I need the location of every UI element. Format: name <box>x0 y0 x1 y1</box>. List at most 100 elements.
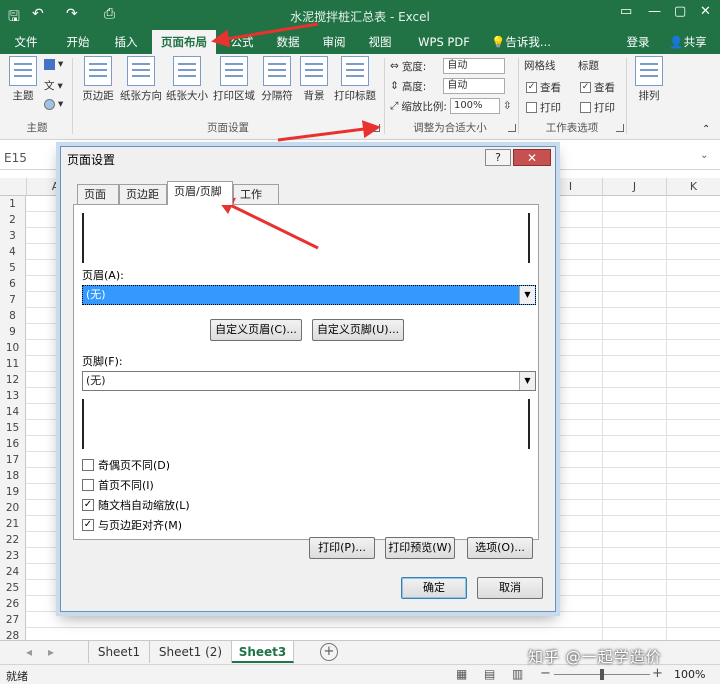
column-header-j[interactable]: J <box>602 178 666 196</box>
dialog-close-button[interactable]: ✕ <box>513 149 551 166</box>
row-header[interactable]: 2 <box>0 212 26 228</box>
breaks-button[interactable]: 分隔符 <box>258 56 296 103</box>
tab-home[interactable]: 开始 <box>56 30 100 54</box>
width-select[interactable]: 自动 <box>443 58 506 74</box>
scale-with-document-checkbox[interactable]: ✓ 随文档自动缩放(L) <box>82 497 190 513</box>
row-header[interactable]: 26 <box>0 596 26 612</box>
orientation-button[interactable]: 纸张方向 <box>118 56 164 103</box>
arrange-button[interactable]: 排列 <box>632 56 666 103</box>
zoom-level[interactable]: 100% <box>674 668 705 681</box>
row-header[interactable]: 25 <box>0 580 26 596</box>
colors-button[interactable]: ▾ <box>44 58 63 70</box>
footer-select[interactable]: (无) ▼ <box>82 371 536 391</box>
tell-me-box[interactable]: 💡告诉我... <box>488 30 554 54</box>
zoom-slider-thumb[interactable] <box>600 669 604 680</box>
effects-button[interactable]: ▾ <box>44 98 63 110</box>
row-header[interactable]: 15 <box>0 420 26 436</box>
table-row[interactable]: 27 <box>0 612 720 628</box>
sheet-tab-sheet1-2[interactable]: Sheet1 (2) <box>150 641 232 663</box>
row-header[interactable]: 8 <box>0 308 26 324</box>
row-header[interactable]: 19 <box>0 484 26 500</box>
row-header[interactable]: 23 <box>0 548 26 564</box>
ribbon-display-icon[interactable]: ▭ <box>620 4 632 19</box>
zoom-in-icon[interactable]: + <box>652 666 663 681</box>
ok-button[interactable]: 确定 <box>401 577 467 599</box>
tab-view[interactable]: 视图 <box>360 30 400 54</box>
row-header[interactable]: 9 <box>0 324 26 340</box>
different-first-page-checkbox[interactable]: 首页不同(I) <box>82 477 154 493</box>
row-header[interactable]: 16 <box>0 436 26 452</box>
row-header[interactable]: 14 <box>0 404 26 420</box>
row-header[interactable]: 27 <box>0 612 26 628</box>
normal-view-icon[interactable]: ▦ <box>456 667 467 681</box>
dialog-tab-sheet[interactable]: 工作表 <box>233 184 279 221</box>
row-header[interactable]: 28 <box>0 628 26 640</box>
row-header[interactable]: 13 <box>0 388 26 404</box>
row-header[interactable]: 3 <box>0 228 26 244</box>
header-select[interactable]: (无) ▼ <box>82 285 536 305</box>
row-header[interactable]: 1 <box>0 196 26 212</box>
print-area-button[interactable]: 打印区域 <box>210 56 258 103</box>
row-header[interactable]: 17 <box>0 452 26 468</box>
sheet-options-launcher-icon[interactable] <box>616 124 624 132</box>
maximize-icon[interactable]: ▢ <box>674 4 686 19</box>
print-preview-button[interactable]: 打印预览(W) <box>385 537 455 559</box>
share-button[interactable]: 👤共享 <box>660 30 716 54</box>
help-button[interactable]: ? <box>485 149 511 166</box>
close-icon[interactable]: ✕ <box>700 4 711 19</box>
margins-button[interactable]: 页边距 <box>78 56 118 103</box>
spinner-icon[interactable]: ⇳ <box>503 100 512 112</box>
tab-insert[interactable]: 插入 <box>104 30 148 54</box>
page-layout-view-icon[interactable]: ▤ <box>484 667 495 681</box>
themes-button[interactable]: 主题 <box>6 56 40 103</box>
dialog-tab-page[interactable]: 页面 <box>77 184 119 204</box>
gridlines-view-checkbox[interactable]: ✓ 查看 <box>526 80 561 95</box>
fonts-button[interactable]: 文 ▾ <box>44 78 63 93</box>
row-header[interactable]: 20 <box>0 500 26 516</box>
tab-formulas[interactable]: 公式 <box>222 30 262 54</box>
collapse-ribbon-icon[interactable]: ⌃ <box>702 124 710 135</box>
row-header[interactable]: 21 <box>0 516 26 532</box>
row-header[interactable]: 18 <box>0 468 26 484</box>
gridlines-print-checkbox[interactable]: 打印 <box>526 100 561 115</box>
select-all-corner[interactable] <box>0 178 26 196</box>
minimize-icon[interactable]: — <box>648 4 661 19</box>
height-select[interactable]: 自动 <box>443 78 506 94</box>
name-box[interactable]: E15 <box>4 149 60 167</box>
sheet-tab-sheet3[interactable]: Sheet3 <box>232 641 294 663</box>
table-row[interactable]: 28 <box>0 628 720 640</box>
zoom-out-icon[interactable]: − <box>540 666 551 681</box>
options-button[interactable]: 选项(O)... <box>467 537 533 559</box>
tab-page-layout[interactable]: 页面布局 <box>152 30 216 54</box>
row-header[interactable]: 6 <box>0 276 26 292</box>
sheet-tab-sheet1[interactable]: Sheet1 <box>88 641 150 663</box>
row-header[interactable]: 11 <box>0 356 26 372</box>
page-setup-launcher-icon[interactable] <box>372 124 380 132</box>
scroll-left-icon[interactable]: ◂ <box>26 645 32 659</box>
dialog-tab-header-footer[interactable]: 页眉/页脚 <box>167 181 233 205</box>
tab-data[interactable]: 数据 <box>268 30 308 54</box>
headings-print-checkbox[interactable]: 打印 <box>580 100 615 115</box>
align-with-margins-checkbox[interactable]: ✓ 与页边距对齐(M) <box>82 517 182 533</box>
custom-header-button[interactable]: 自定义页眉(C)... <box>210 319 302 341</box>
scroll-right-icon[interactable]: ▸ <box>48 645 54 659</box>
page-break-view-icon[interactable]: ▥ <box>512 667 523 681</box>
tab-wps-pdf[interactable]: WPS PDF <box>410 30 478 54</box>
tab-review[interactable]: 审阅 <box>314 30 354 54</box>
headings-view-checkbox[interactable]: ✓ 查看 <box>580 80 615 95</box>
row-header[interactable]: 5 <box>0 260 26 276</box>
row-header[interactable]: 12 <box>0 372 26 388</box>
dialog-tab-margins[interactable]: 页边距 <box>119 184 167 204</box>
row-header[interactable]: 7 <box>0 292 26 308</box>
print-button[interactable]: 打印(P)... <box>309 537 375 559</box>
cancel-button[interactable]: 取消 <box>477 577 543 599</box>
expand-formula-icon[interactable]: ⌄ <box>700 150 708 161</box>
login-button[interactable]: 登录 <box>620 30 656 54</box>
size-button[interactable]: 纸张大小 <box>164 56 210 103</box>
tab-file[interactable]: 文件 <box>4 30 48 54</box>
background-button[interactable]: 背景 <box>298 56 330 103</box>
row-header[interactable]: 22 <box>0 532 26 548</box>
different-odd-even-checkbox[interactable]: 奇偶页不同(D) <box>82 457 170 473</box>
print-titles-button[interactable]: 打印标题 <box>332 56 378 103</box>
column-header-k[interactable]: K <box>666 178 720 196</box>
